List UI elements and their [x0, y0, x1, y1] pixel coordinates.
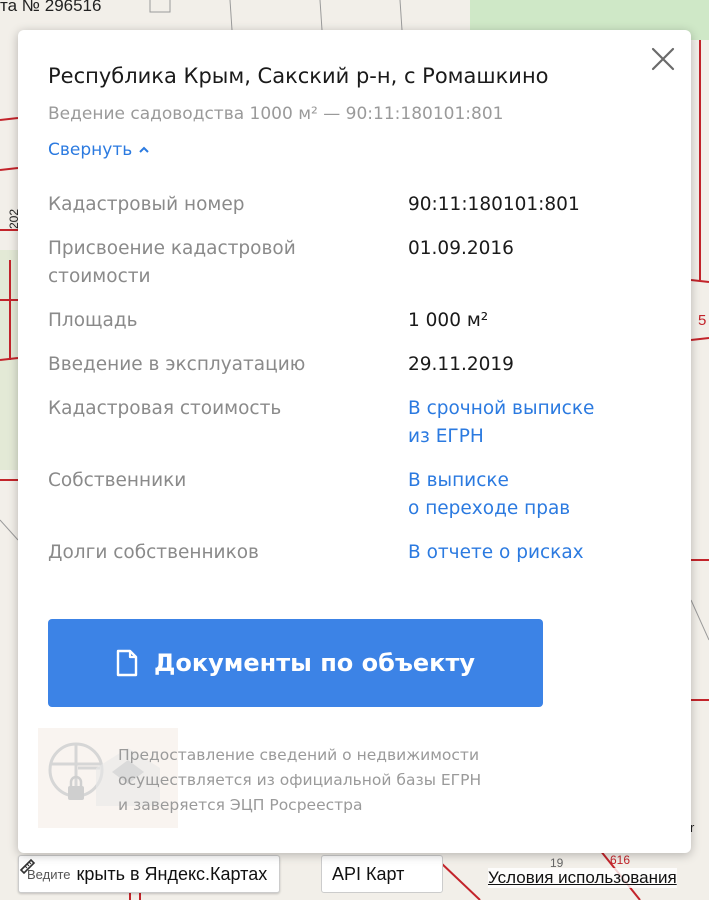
chevron-up-icon — [139, 146, 149, 153]
open-in-yandex-maps-button[interactable]: Ведите крыть в Яндекс.Картах — [18, 855, 281, 893]
owners-link[interactable]: В выписке о переходе прав — [408, 467, 668, 523]
property-row: Кадастровая стоимость В срочной выписке … — [48, 395, 668, 451]
property-value: 29.11.2019 — [408, 354, 514, 375]
disclaimer-line: осуществляется из официальной базы ЕГРН — [118, 771, 482, 789]
property-row: Долги собственников В отчете о рисках — [48, 539, 668, 567]
property-key: Долги собственников — [48, 542, 259, 563]
open-in-yandex-label: крыть в Яндекс.Картах — [76, 863, 268, 884]
property-value: 01.09.2016 — [408, 238, 514, 259]
collapse-link[interactable]: Свернуть — [48, 140, 150, 160]
collapse-label: Свернуть — [48, 140, 133, 160]
property-key-line: стоимости — [48, 266, 151, 287]
property-row: Присвоение кадастровой стоимости 01.09.2… — [48, 235, 668, 291]
documents-button-label: Документы по объекту — [153, 649, 476, 677]
map-label-parcel: та № 296516 — [0, 0, 102, 15]
link-line: В срочной выписке — [408, 398, 595, 419]
cadastral-value-link[interactable]: В срочной выписке из ЕГРН — [408, 395, 668, 451]
property-row: Введение в эксплуатацию 29.11.2019 — [48, 351, 668, 379]
map-label-5: 5 — [698, 312, 707, 329]
documents-button[interactable]: Документы по объекту — [48, 619, 543, 707]
property-key: Введение в эксплуатацию — [48, 354, 306, 375]
properties-list: Кадастровый номер 90:11:180101:801 Присв… — [48, 191, 668, 583]
egrn-disclaimer: Предоставление сведений о недвижимости о… — [118, 743, 638, 818]
property-value: 90:11:180101:801 — [408, 194, 580, 215]
object-info-card: Республика Крым, Сакский р-н, с Ромашкин… — [18, 30, 691, 853]
property-key-line: Присвоение кадастровой — [48, 238, 296, 259]
link-line: из ЕГРН — [408, 426, 484, 447]
terms-of-use-link[interactable]: Условия использования — [488, 868, 677, 888]
object-address: Республика Крым, Сакский р-н, с Ромашкин… — [48, 64, 549, 88]
property-row: Кадастровый номер 90:11:180101:801 — [48, 191, 668, 219]
disclaimer-line: и заверяется ЭЦП Росреестра — [118, 796, 363, 814]
property-row: Площадь 1 000 м² — [48, 307, 668, 335]
property-value: 1 000 м² — [408, 310, 489, 331]
property-key: Присвоение кадастровой стоимости — [48, 235, 408, 291]
object-subtitle: Ведение садоводства 1000 м² — 90:11:1801… — [48, 104, 504, 124]
owners-debts-link[interactable]: В отчете о рисках — [408, 539, 668, 567]
property-key: Площадь — [48, 310, 138, 331]
api-maps-label[interactable]: АРІ Карт — [321, 855, 443, 893]
property-key: Кадастровый номер — [48, 194, 245, 215]
property-row: Собственники В выписке о переходе прав — [48, 467, 668, 523]
map-label-616: 616 — [610, 853, 631, 867]
link-line: о переходе прав — [408, 498, 571, 519]
property-key: Кадастровая стоимость — [48, 398, 282, 419]
property-key: Собственники — [48, 470, 187, 491]
link-line: В выписке — [408, 470, 509, 491]
egrn-footer: Предоставление сведений о недвижимости о… — [38, 728, 668, 828]
close-icon[interactable] — [648, 44, 678, 74]
document-icon — [116, 649, 138, 677]
ruler-icon — [19, 858, 36, 874]
disclaimer-line: Предоставление сведений о недвижимости — [118, 746, 480, 764]
